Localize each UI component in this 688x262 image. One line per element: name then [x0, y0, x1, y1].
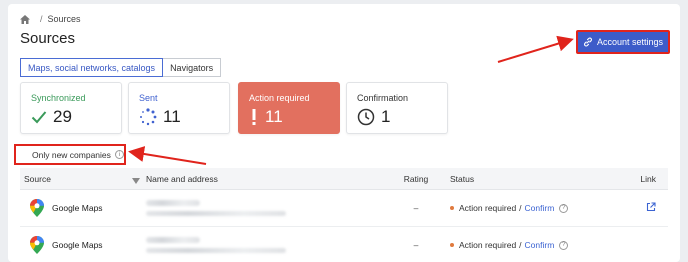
card-confirmation-count: 1: [381, 107, 391, 126]
row-source-name: Google Maps: [52, 203, 103, 213]
status-dot: [450, 206, 454, 210]
only-new-companies-toggle[interactable]: Only new companies i: [14, 144, 126, 165]
card-synchronized-count: 29: [53, 107, 72, 126]
external-link-icon[interactable]: [646, 202, 656, 212]
clock-icon: [357, 108, 375, 126]
tab-navigators[interactable]: Navigators: [163, 58, 222, 77]
home-icon[interactable]: [20, 14, 30, 24]
google-maps-icon: [30, 236, 44, 254]
row-source-name: Google Maps: [52, 240, 103, 250]
header-rating: Rating: [403, 173, 429, 184]
breadcrumb-separator: /: [40, 14, 43, 24]
source-tabs: Maps, social networks, catalogs Navigato…: [20, 58, 222, 77]
help-icon[interactable]: ?: [559, 240, 569, 250]
google-maps-icon: [30, 199, 44, 217]
page-title: Sources: [20, 30, 76, 47]
tab-maps-social-catalogs[interactable]: Maps, social networks, catalogs: [20, 58, 164, 77]
spinner-icon: [140, 108, 157, 126]
card-sent-count: 11: [163, 107, 181, 126]
only-new-companies-label: Only new companies: [32, 149, 111, 160]
card-synchronized-label: Synchronized: [31, 93, 86, 103]
row-status: Action required / Confirm ?: [450, 240, 630, 250]
confirm-link[interactable]: Confirm: [525, 240, 555, 250]
row-rating: –: [413, 203, 419, 213]
account-settings-button[interactable]: Account settings: [576, 30, 670, 54]
status-dot: [450, 243, 454, 247]
sources-table: Source Name and address Rating Status Li…: [20, 168, 668, 262]
info-icon[interactable]: i: [114, 150, 124, 159]
row-status-separator: /: [519, 240, 522, 250]
breadcrumb: / Sources: [20, 14, 81, 24]
header-link: Link: [640, 173, 656, 184]
card-action-required-count: 11: [265, 107, 283, 126]
row-name-address-redacted: [138, 237, 386, 253]
card-confirmation[interactable]: Confirmation 1: [346, 82, 448, 134]
card-action-required[interactable]: Action required 11: [238, 82, 340, 134]
checkmark-icon: [31, 111, 47, 124]
row-status-text: Action required: [459, 203, 517, 213]
table-row: Google Maps – Action required / Confirm …: [20, 190, 668, 227]
card-action-required-label: Action required: [249, 93, 310, 103]
breadcrumb-current: Sources: [47, 14, 81, 24]
header-status: Status: [450, 173, 475, 184]
row-rating: –: [413, 240, 419, 250]
help-icon[interactable]: ?: [559, 203, 569, 213]
table-row: Google Maps – Action required / Confirm …: [20, 227, 668, 262]
filter-icon[interactable]: [132, 177, 140, 184]
row-status-separator: /: [519, 203, 522, 213]
row-name-address-redacted: [138, 200, 386, 216]
card-confirmation-label: Confirmation: [357, 93, 409, 103]
row-status-text: Action required: [459, 240, 517, 250]
header-source: Source: [24, 173, 51, 184]
row-status: Action required / Confirm ?: [450, 203, 630, 213]
card-sent-label: Sent: [139, 93, 158, 103]
table-header: Source Name and address Rating Status Li…: [20, 168, 668, 190]
main-panel: / Sources Sources Account settings Maps,…: [8, 4, 680, 262]
link-icon: [583, 37, 592, 47]
card-synchronized[interactable]: Synchronized 29: [20, 82, 122, 134]
exclamation-icon: [252, 109, 256, 125]
confirm-link[interactable]: Confirm: [525, 203, 555, 213]
card-sent[interactable]: Sent 11: [128, 82, 230, 134]
header-name-address: Name and address: [146, 173, 218, 184]
account-settings-label: Account settings: [596, 37, 664, 47]
